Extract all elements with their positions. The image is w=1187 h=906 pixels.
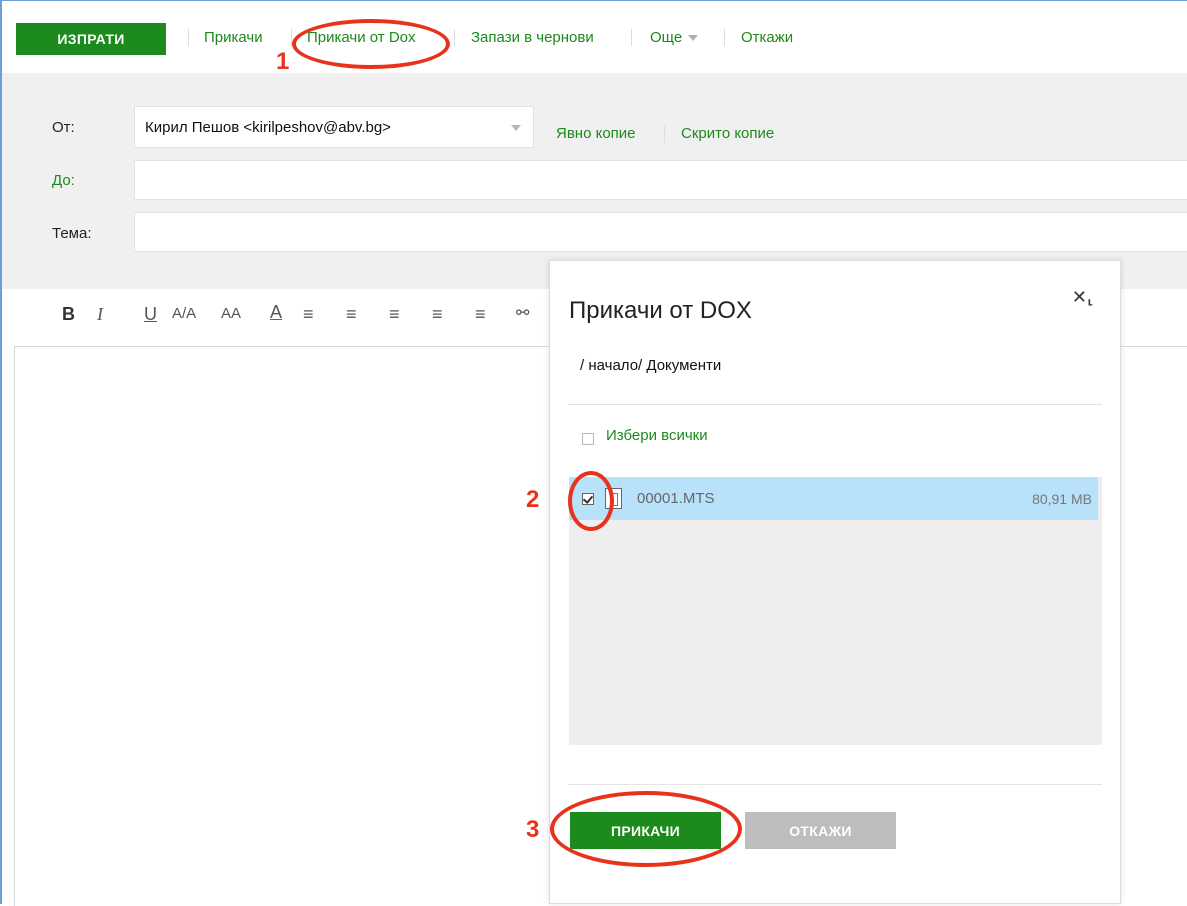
divider [568,784,1102,785]
more-menu[interactable]: Още [650,29,699,46]
close-icon[interactable]: ✕⸤ [1072,287,1094,308]
from-select[interactable]: Кирил Пешов <kirilpeshov@abv.bg> [134,106,534,148]
file-row[interactable]: 00001.MTS 80,91 MB [569,477,1098,520]
from-value: Кирил Пешов <kirilpeshov@abv.bg> [145,119,391,136]
link-icon[interactable]: ⚯ [516,301,529,327]
save-draft-link[interactable]: Запази в чернови [471,29,594,46]
header-separator [664,126,665,143]
align-left-icon[interactable]: ≡ [389,301,400,327]
to-label[interactable]: До: [52,172,75,189]
more-label: Още [650,29,683,46]
attach-from-dox-link[interactable]: Прикачи от Dox [307,29,416,46]
file-checkbox[interactable] [582,493,594,505]
align-center-icon[interactable]: ≡ [432,301,443,327]
compose-toolbar: ИЗПРАТИ Прикачи Прикачи от Dox Запази в … [2,1,1187,73]
cc-link[interactable]: Явно копие [556,125,636,142]
bcc-link[interactable]: Скрито копие [681,125,774,142]
numbered-list-icon[interactable]: ≡ [303,301,314,327]
attach-button[interactable]: ПРИКАЧИ [570,812,721,849]
toolbar-separator [631,29,632,46]
toolbar-separator [291,29,292,46]
bold-button[interactable]: B [62,301,75,327]
chevron-down-icon [511,125,521,131]
dialog-title: Прикачи от DOX [569,297,752,324]
chevron-down-icon [688,35,699,42]
file-name: 00001.MTS [637,490,715,507]
select-all-checkbox[interactable] [582,433,594,445]
annotation-step-2: 2 [526,486,540,513]
annotation-step-1: 1 [276,48,290,75]
align-right-icon[interactable]: ≡ [475,301,486,327]
subject-field[interactable] [134,212,1187,252]
send-button[interactable]: ИЗПРАТИ [16,23,166,55]
font-color-button[interactable]: A [270,299,282,325]
italic-button[interactable]: I [97,301,103,327]
underline-button[interactable]: U [144,301,157,327]
toolbar-separator [454,29,455,46]
font-size-button[interactable]: A/A [172,301,196,327]
breadcrumb[interactable]: / начало/ Документи [580,357,721,374]
toolbar-separator [188,29,189,46]
bullet-list-icon[interactable]: ≡ [346,301,357,327]
select-all-label[interactable]: Избери всички [606,427,708,444]
file-list: 00001.MTS 80,91 MB [569,477,1102,745]
attach-link[interactable]: Прикачи [204,29,263,46]
subject-label: Тема: [52,225,92,242]
cancel-link[interactable]: Откажи [741,29,793,46]
attach-from-dox-dialog: Прикачи от DOX ✕⸤ / начало/ Документи Из… [549,260,1121,904]
file-icon [605,488,622,509]
file-size: 80,91 MB [1032,491,1092,507]
cancel-button[interactable]: ОТКАЖИ [745,812,896,849]
divider [568,404,1102,405]
annotation-step-3: 3 [526,816,540,843]
font-case-button[interactable]: AA [221,301,241,327]
from-label: От: [52,119,75,136]
toolbar-separator [724,29,725,46]
to-field[interactable] [134,160,1187,200]
